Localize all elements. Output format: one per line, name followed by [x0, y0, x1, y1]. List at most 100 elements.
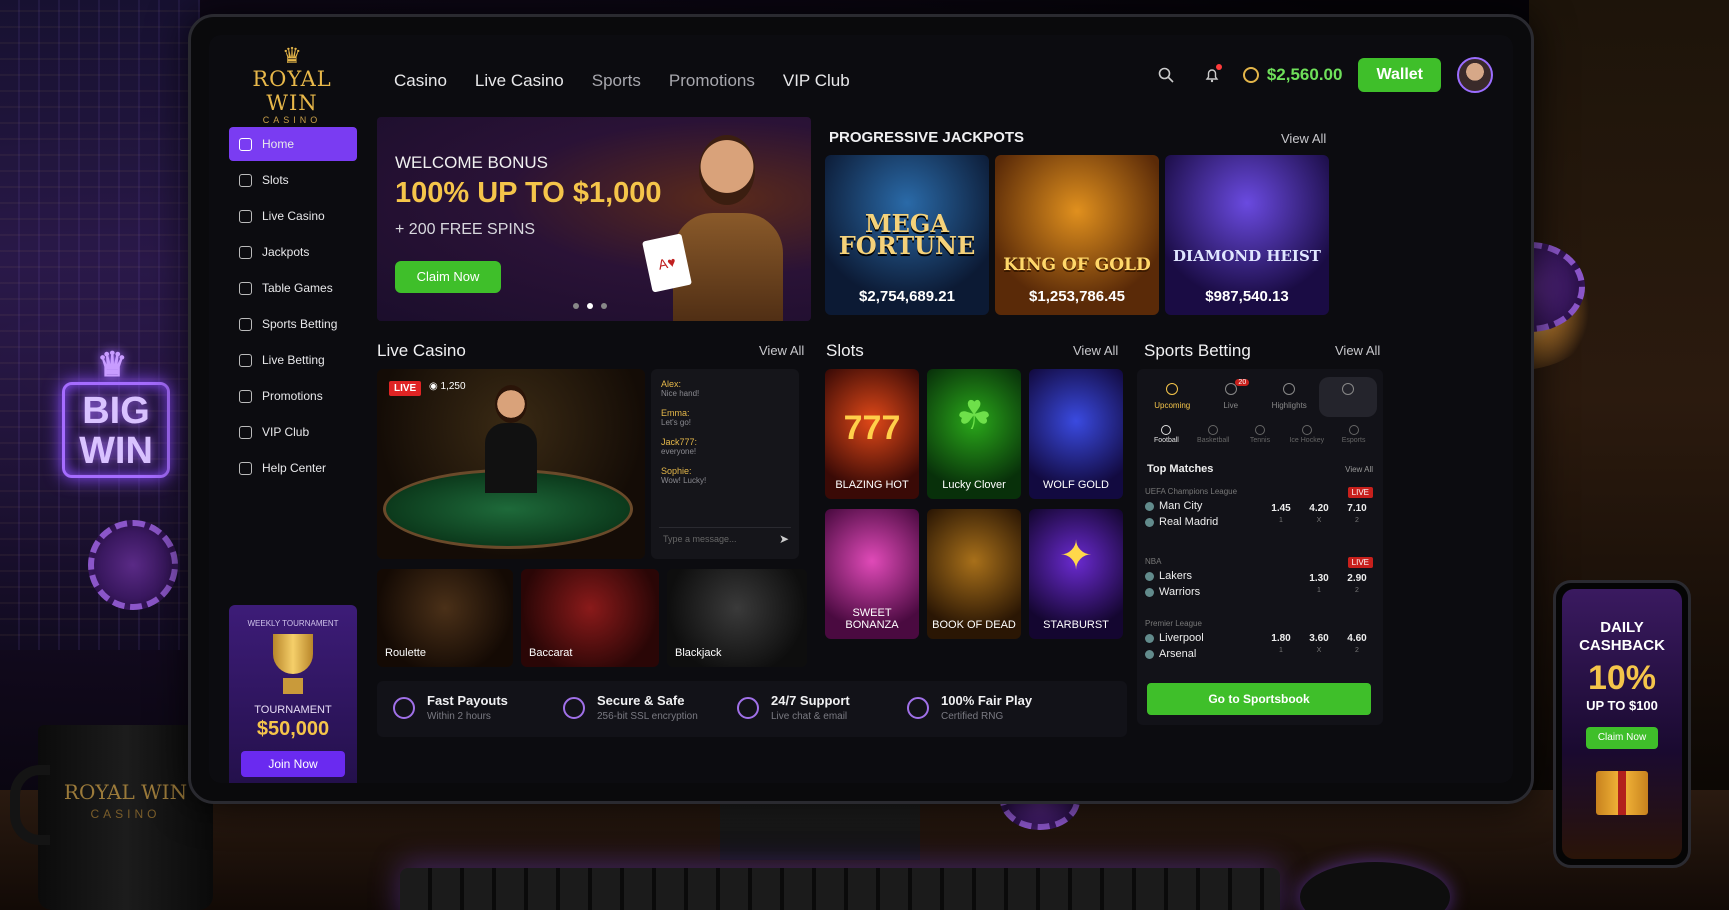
slot-starburst[interactable]: ✦ STARBURST	[1029, 509, 1123, 639]
send-icon[interactable]: ➤	[779, 532, 789, 546]
sidebar-item-label: VIP Club	[262, 425, 310, 439]
category-tennis[interactable]: Tennis	[1237, 425, 1284, 444]
monitor: ♛ ROYAL WIN CASINO Casino Live Casino Sp…	[188, 14, 1534, 804]
category-basketball[interactable]: Basketball	[1190, 425, 1237, 444]
team-name: Man City	[1159, 500, 1203, 512]
sidebar-item-table-games[interactable]: Table Games	[229, 271, 357, 305]
odds-button[interactable]: 1.30 1	[1303, 573, 1335, 594]
carousel-dots[interactable]	[573, 303, 607, 309]
slot-label: SWEET BONANZA	[845, 607, 899, 631]
cards-icon	[239, 209, 252, 223]
jackpots-view-all[interactable]: View All	[1281, 131, 1326, 146]
sidebar-item-sports-betting[interactable]: Sports Betting	[229, 307, 357, 341]
odds-button[interactable]: 4.20 X	[1303, 503, 1335, 524]
welcome-bonus-banner: A♥ WELCOME BONUS 100% UP TO $1,000 + 200…	[377, 117, 811, 321]
match-league: NBA	[1145, 557, 1162, 566]
category-esports[interactable]: Esports	[1330, 425, 1377, 444]
team-crest-icon	[1145, 649, 1154, 659]
claim-now-button[interactable]: Claim Now	[395, 261, 501, 293]
search-icon[interactable]	[1151, 60, 1181, 90]
crown-icon	[239, 245, 252, 259]
tab-upcoming[interactable]: Upcoming	[1143, 377, 1202, 417]
tab-label: Live	[1223, 401, 1239, 410]
crown-icon: ♛	[282, 43, 302, 68]
tab-live[interactable]: Live 20	[1202, 377, 1261, 417]
brand-logo[interactable]: ♛ ROYAL WIN CASINO	[227, 43, 357, 126]
category-football[interactable]: Football	[1143, 425, 1190, 444]
nav-vip-club[interactable]: VIP Club	[783, 71, 850, 91]
tab-support[interactable]	[1318, 377, 1377, 417]
big-win-word-1: BIG	[82, 390, 150, 432]
headset-icon	[1341, 383, 1354, 395]
match-row[interactable]: NBA LIVE Lakers Warriors 1.30 1 2.90 2	[1145, 557, 1377, 598]
jackpot-card-diamond-heist[interactable]: DIAMOND HEIST $987,540.13	[1165, 155, 1329, 315]
sidebar-item-jackpots[interactable]: Jackpots	[229, 235, 357, 269]
slot-book-of-dead[interactable]: BOOK OF DEAD	[927, 509, 1021, 639]
go-to-sportsbook-button[interactable]: Go to Sportsbook	[1147, 683, 1371, 715]
odds-button[interactable]: 4.60 2	[1341, 633, 1373, 654]
team-crest-icon	[1145, 633, 1154, 643]
odds-button[interactable]: 1.80 1	[1265, 633, 1297, 654]
coin-icon	[1242, 67, 1259, 83]
jackpot-card-king-of-gold[interactable]: KING OF GOLD $1,253,786.45	[995, 155, 1159, 315]
top-matches-view-all[interactable]: View All	[1345, 465, 1373, 474]
nav-sports[interactable]: Sports	[592, 71, 641, 91]
match-row[interactable]: UEFA Champions League LIVE Man City Real…	[1145, 487, 1377, 528]
live-table-blackjack[interactable]: Blackjack	[667, 569, 807, 667]
tournament-amount: $50,000	[256, 718, 330, 740]
hero-free-spins: + 200 FREE SPINS	[395, 221, 536, 238]
live-table-roulette[interactable]: Roulette	[377, 569, 513, 667]
live-count-badge: 20	[1235, 379, 1250, 386]
sidebar-item-promotions[interactable]: Promotions	[229, 379, 357, 413]
slot-sweet-bonanza[interactable]: SWEET BONANZA	[825, 509, 919, 639]
sidebar-item-label: Sports Betting	[262, 317, 338, 331]
sports-view-all[interactable]: View All	[1335, 343, 1380, 358]
slot-blazing-hot[interactable]: 777 BLAZING HOT	[825, 369, 919, 499]
sidebar-item-label: Home	[262, 137, 295, 151]
slot-wolf-gold[interactable]: WOLF GOLD	[1029, 369, 1123, 499]
payout-icon	[393, 697, 415, 719]
nav-promotions[interactable]: Promotions	[669, 71, 755, 91]
slot-lucky-clover[interactable]: ☘ Lucky Clover	[927, 369, 1021, 499]
sport-categories: Football Basketball Tennis Ice Hockey Es…	[1143, 425, 1377, 444]
avatar[interactable]	[1457, 57, 1493, 93]
sidebar-item-vip-club[interactable]: VIP Club	[229, 415, 357, 449]
bell-icon[interactable]	[1197, 60, 1227, 90]
sidebar-item-slots[interactable]: Slots	[229, 163, 357, 197]
tennis-icon	[1254, 425, 1265, 435]
tab-highlights[interactable]: Highlights	[1260, 377, 1319, 417]
live-table-baccarat[interactable]: Baccarat	[521, 569, 659, 667]
team-crest-icon	[1145, 587, 1154, 597]
sidebar-item-live-betting[interactable]: Live Betting	[229, 343, 357, 377]
jackpot-card-mega-fortune[interactable]: MEGA FORTUNE $2,754,689.21	[825, 155, 989, 315]
feature-subtitle: Within 2 hours	[427, 711, 491, 722]
sidebar-item-live-casino[interactable]: Live Casino	[229, 199, 357, 233]
slot-label: BOOK OF DEAD	[932, 619, 1016, 631]
category-ice-hockey[interactable]: Ice Hockey	[1283, 425, 1330, 444]
join-now-button[interactable]: Join Now	[241, 751, 345, 777]
sports-title: Sports Betting	[1144, 341, 1251, 360]
odds-button[interactable]: 3.60 X	[1303, 633, 1335, 654]
match-row[interactable]: Premier League Liverpool Arsenal 1.80 1 3…	[1145, 619, 1377, 660]
balance-amount: $2,560.00	[1266, 65, 1343, 84]
nav-casino[interactable]: Casino	[394, 71, 447, 91]
odds-button[interactable]: 7.10 2	[1341, 503, 1373, 524]
sidebar-item-label: Help Center	[262, 461, 327, 475]
casino-app: ♛ ROYAL WIN CASINO Casino Live Casino Sp…	[209, 35, 1513, 783]
sidebar-item-help-center[interactable]: Help Center	[229, 451, 357, 485]
live-table-label: Blackjack	[675, 647, 722, 659]
live-casino-view-all[interactable]: View All	[759, 343, 804, 358]
sidebar-item-home[interactable]: Home	[229, 127, 357, 161]
wallet-button[interactable]: Wallet	[1358, 58, 1441, 92]
phone-claim-now-button[interactable]: Claim Now	[1586, 727, 1658, 749]
mug-logo-sub: CASINO	[90, 807, 161, 821]
chat-message: Wow! Lucky!	[661, 476, 707, 485]
nav-live-casino[interactable]: Live Casino	[475, 71, 564, 91]
tab-label: Upcoming	[1154, 401, 1191, 410]
check-shield-icon	[907, 697, 929, 719]
live-blackjack-stream[interactable]: LIVE ◉ 1,250	[377, 369, 645, 559]
chat-input[interactable]: Type a message...	[659, 527, 791, 549]
odds-button[interactable]: 1.45 1	[1265, 503, 1297, 524]
odds-button[interactable]: 2.90 2	[1341, 573, 1373, 594]
slots-view-all[interactable]: View All	[1073, 343, 1118, 358]
